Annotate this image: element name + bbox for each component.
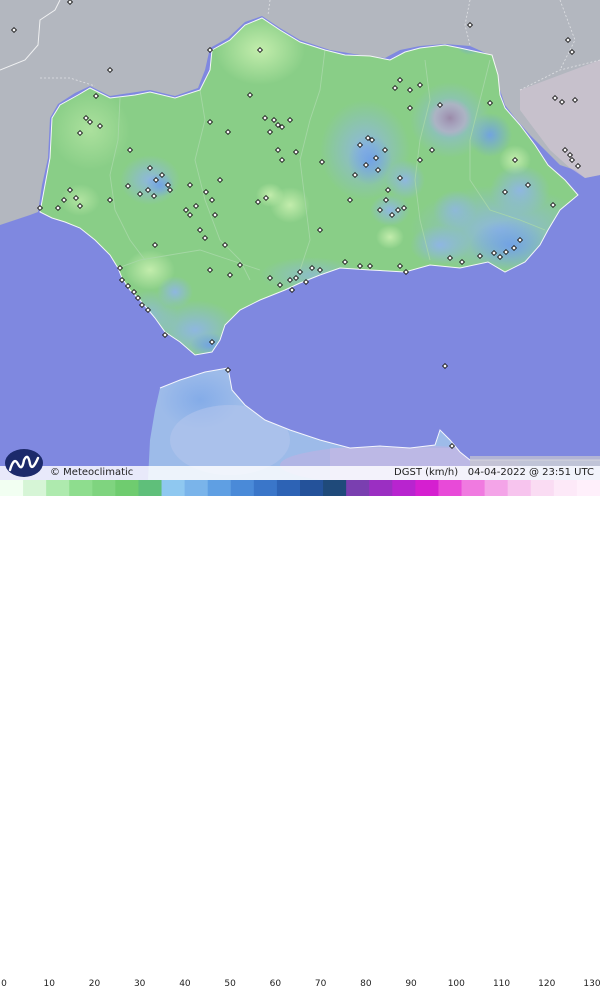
color-scale-legend: 0 10 20 30 40 50 60 70 80 90 100 110 120 130	[0, 480, 600, 989]
color-scale-segment	[230, 480, 255, 496]
color-scale-segment	[530, 480, 555, 496]
color-scale-segment	[161, 480, 186, 496]
map-canvas	[0, 0, 600, 480]
color-scale-segment	[415, 480, 440, 496]
color-scale-segment	[369, 480, 393, 496]
color-scale-tick-label: 70	[314, 979, 327, 989]
color-scale-segment	[576, 480, 600, 496]
color-scale-segment	[323, 480, 347, 496]
color-scale-segment	[23, 480, 47, 496]
color-scale-tick-label: 20	[88, 979, 101, 989]
color-scale-segment	[92, 480, 116, 496]
wind-gust-map	[0, 0, 600, 480]
color-scale-segment	[461, 480, 486, 496]
color-scale-tick-label: 10	[43, 979, 55, 989]
meteoclimatic-logo	[5, 449, 43, 477]
color-scale-segment	[346, 480, 370, 496]
color-scale-tick-label: 110	[492, 979, 511, 989]
map-caption: DGST (km/h) 04-04-2022 @ 23:51 UTC	[394, 466, 594, 480]
variable-label: DGST (km/h)	[394, 467, 459, 478]
color-scale-segment	[553, 480, 578, 496]
color-scale-segment	[253, 480, 278, 496]
color-scale-bar	[0, 480, 600, 496]
color-scale-tick-label: 120	[538, 979, 556, 989]
color-scale-tick-label: 40	[179, 979, 191, 989]
color-scale-tick-label: 50	[224, 979, 236, 989]
color-scale-tick-label: 0	[1, 979, 7, 989]
color-scale-segment	[507, 480, 532, 496]
color-scale-segment	[69, 480, 93, 496]
color-scale-segment	[0, 480, 24, 496]
color-scale-segment	[438, 480, 463, 496]
color-scale-tick-label: 100	[447, 979, 465, 989]
color-scale-segment	[300, 480, 324, 496]
color-scale-ticks: 0 10 20 30 40 50 60 70 80 90 100 110 120 130	[0, 978, 600, 992]
color-scale-tick-label: 80	[360, 979, 372, 989]
africa-east-land	[470, 456, 600, 466]
color-scale-segment	[138, 480, 163, 496]
color-scale-segment	[207, 480, 232, 496]
color-scale-tick-label: 30	[133, 979, 146, 989]
color-scale-segment	[392, 480, 416, 496]
color-scale-segment	[46, 480, 70, 496]
color-scale-segment	[276, 480, 301, 496]
color-scale-tick-label: 90	[405, 979, 417, 989]
color-scale-segment	[484, 480, 509, 496]
brand-text: © Meteoclimatic	[50, 467, 134, 478]
color-scale-segment	[115, 480, 140, 496]
datetime-label: 04-04-2022 @ 23:51 UTC	[467, 467, 594, 478]
color-scale-segment	[184, 480, 209, 496]
color-scale-tick-label: 60	[269, 979, 282, 989]
color-scale-tick-label: 130	[583, 979, 600, 989]
